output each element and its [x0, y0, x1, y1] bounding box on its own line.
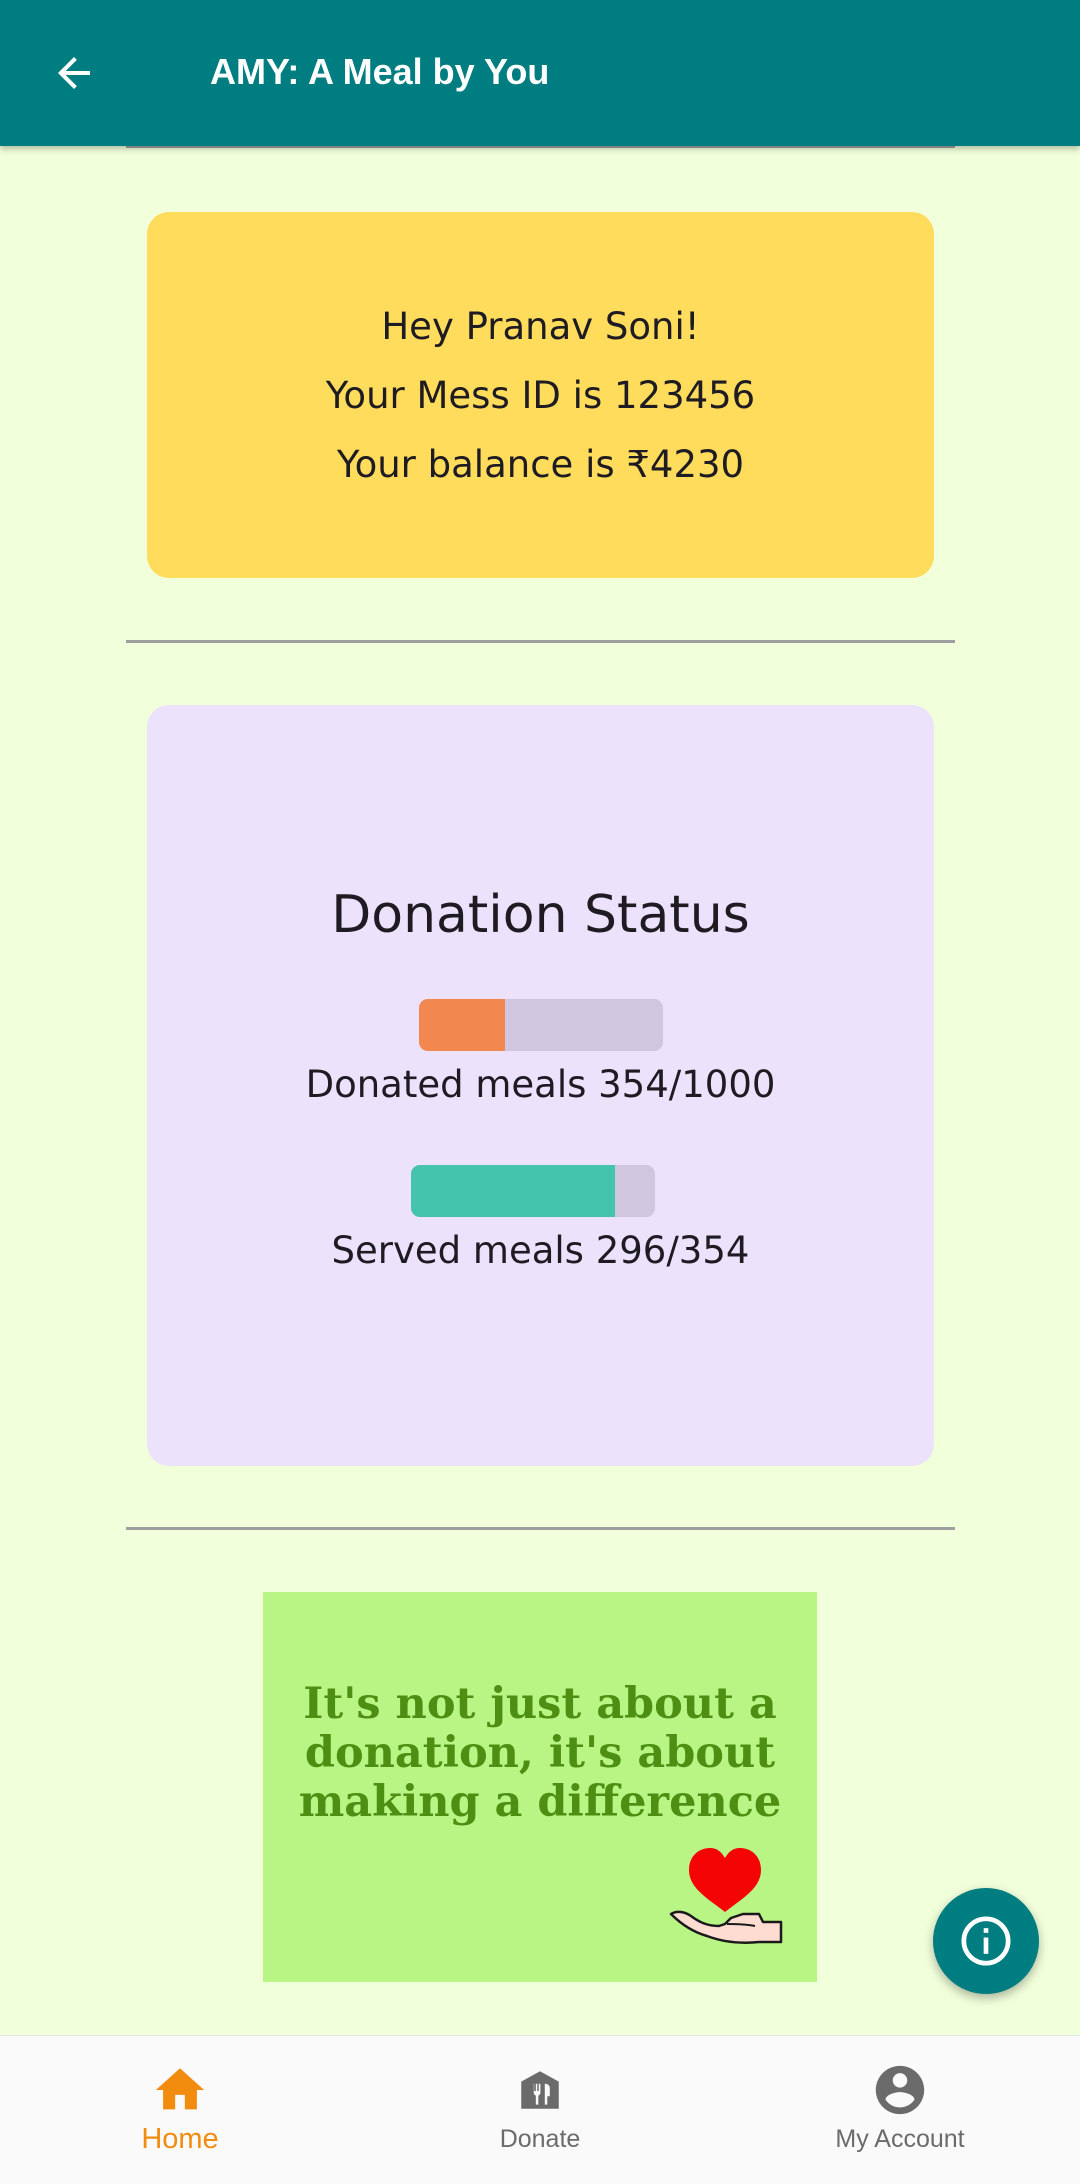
heart-in-hand-icon [669, 1848, 783, 1944]
nav-item-home[interactable]: Home [0, 2036, 360, 2184]
donation-status-title: Donation Status [331, 885, 750, 945]
balance-text: Your balance is ₹4230 [336, 442, 745, 486]
donated-progress-bar [418, 999, 663, 1051]
account-circle-icon [875, 2065, 925, 2115]
donation-banner: It's not just about a donation, it's abo… [263, 1592, 817, 1982]
section-divider-2 [126, 1527, 955, 1530]
section-divider [126, 640, 955, 643]
banner-quote-line: making a difference [298, 1777, 782, 1827]
greeting-card: Hey Pranav Soni! Your Mess ID is 123456 … [147, 212, 934, 578]
banner-quote: It's not just about a donation, it's abo… [263, 1680, 817, 1827]
served-meals-label: Served meals 296/354 [331, 1229, 750, 1272]
banner-quote-line: It's not just about a [303, 1679, 777, 1729]
served-progress-fill [411, 1165, 616, 1217]
info-icon [961, 1916, 1011, 1966]
bottom-navigation: Home Donate My Account [0, 2035, 1080, 2184]
nav-item-donate[interactable]: Donate [360, 2036, 720, 2184]
arrow-back-icon [58, 57, 90, 89]
app-title: AMY: A Meal by You [210, 51, 550, 92]
home-icon [155, 2068, 205, 2110]
nav-label-donate: Donate [499, 2125, 581, 2153]
served-progress-bar [411, 1165, 655, 1217]
info-fab-button[interactable] [933, 1888, 1039, 1994]
nav-label-home: Home [141, 2123, 219, 2155]
mess-id-text: Your Mess ID is 123456 [325, 373, 756, 417]
back-button[interactable] [44, 40, 104, 106]
donation-status-card: Donation Status Donated meals 354/1000 S… [147, 705, 934, 1466]
restaurant-icon [521, 2071, 559, 2109]
nav-item-my-account[interactable]: My Account [720, 2036, 1080, 2184]
donated-progress-fill [418, 999, 505, 1051]
nav-label-my-account: My Account [835, 2125, 965, 2153]
donated-meals-label: Donated meals 354/1000 [305, 1063, 776, 1106]
app-bar: AMY: A Meal by You [0, 0, 1080, 146]
greeting-text: Hey Pranav Soni! [381, 304, 700, 348]
banner-quote-line: donation, it's about [304, 1728, 776, 1778]
